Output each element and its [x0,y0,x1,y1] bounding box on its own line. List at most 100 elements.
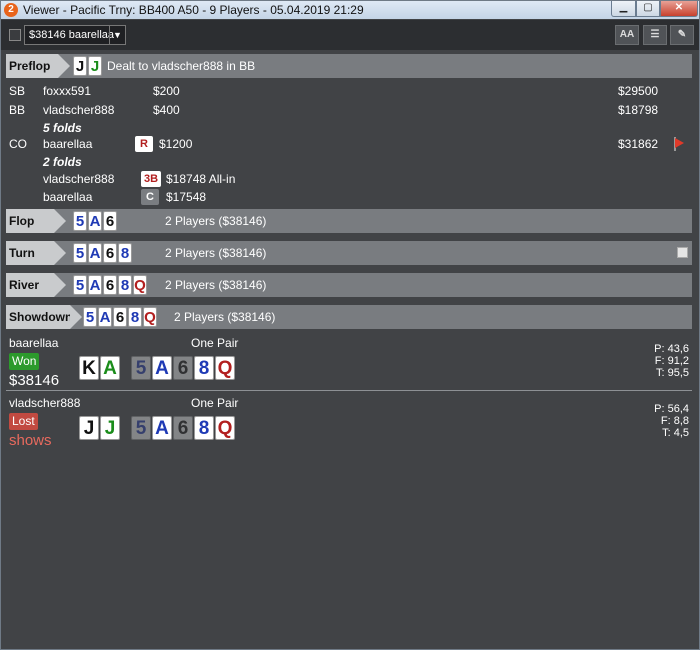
divider [6,390,692,391]
river-pot: 2 Players ($38146) [165,278,267,292]
threebet-player: vladscher888 [43,172,115,186]
river-cards: 5A68Q [73,275,148,295]
won-amount: $38146 [9,372,60,389]
sb-player: foxxx591 [43,84,92,98]
list-icon[interactable]: ☰ [643,25,667,45]
showdown-cards: 5A68Q [83,307,158,327]
showdown-bar: Showdown 5A68Q 2 Players ($38146) [6,305,692,329]
winner-stat-p: P: 43,6 [654,343,689,355]
folds-count-2: 2 folds [43,155,82,169]
playing-card: 6 [103,275,117,295]
preflop-bar: Preflop JJ Dealt to vladscher888 in BB [6,54,692,78]
close-button[interactable]: ✕ [660,1,698,17]
playing-card: 5 [83,307,97,327]
playing-card: J [73,56,87,76]
call-player: baarellaa [43,190,93,204]
playing-card: 5 [73,275,87,295]
playing-card: 8 [118,243,132,263]
threebet-badge: 3B [141,171,161,187]
edit-icon[interactable]: ✎ [670,25,694,45]
playing-card: J [79,416,99,440]
hand-select[interactable]: $38146 baarellaa ▼ [24,25,126,45]
won-badge: Won [9,353,40,370]
playing-card: J [100,416,120,440]
sb-amount: $200 [153,84,180,98]
winner-hole-cards: KA [79,356,121,380]
dealt-text: Dealt to vladscher888 in BB [107,59,256,73]
hole-cards: JJ [73,56,103,76]
loser-stat-f: F: 8,8 [660,415,689,427]
flop-label: Flop [6,209,66,233]
playing-card: A [98,307,112,327]
title-bar: 2 Viewer - Pacific Trny: BB400 A50 - 9 P… [1,1,699,19]
turn-label: Turn [6,241,66,265]
bb-stack: $18798 [618,103,659,117]
threebet-amount: $18748 All-in [166,172,236,186]
bb-player: vladscher888 [43,103,115,117]
winner-stat-f: F: 91,2 [654,355,689,367]
playing-card: Q [215,416,235,440]
playing-card: 8 [118,275,132,295]
flag-icon[interactable] [675,138,684,148]
toolbar: $38146 baarellaa ▼ AA ☰ ✎ [1,20,699,50]
winner-stat-t: T: 95,5 [655,367,689,379]
playing-card: Q [143,307,157,327]
river-bar: River 5A68Q 2 Players ($38146) [6,273,692,297]
call-amount: $17548 [166,190,207,204]
flop-pot: 2 Players ($38146) [165,214,267,228]
loser-board-cards: 5A68Q [131,416,236,440]
playing-card: Q [133,275,147,295]
call-badge: C [141,189,159,205]
hand-select-value: $38146 baarellaa [29,29,115,41]
hand-checkbox[interactable] [9,29,21,41]
playing-card: J [88,56,102,76]
note-icon[interactable] [677,247,688,258]
loser-stat-p: P: 56,4 [654,403,689,415]
showdown-pot: 2 Players ($38146) [174,310,276,324]
viewer-window: 2 Viewer - Pacific Trny: BB400 A50 - 9 P… [0,0,700,650]
playing-card: 5 [131,356,151,380]
playing-card: A [88,275,102,295]
co-player: baarellaa [43,137,93,151]
playing-card: 8 [194,356,214,380]
playing-card: 6 [103,211,117,231]
bb-pos: BB [9,103,26,117]
co-pos: CO [9,137,27,151]
playing-card: 6 [173,416,193,440]
loser-stats: P: 56,4 F: 8,8 T: 4,5 [631,403,689,439]
playing-card: A [88,211,102,231]
loser-name: vladscher888 [9,396,81,410]
font-size-button[interactable]: AA [615,25,639,45]
winner-stats: P: 43,6 F: 91,2 T: 95,5 [631,343,689,379]
showdown-label: Showdown [6,305,82,329]
co-stack: $31862 [618,137,659,151]
loser-stat-t: T: 4,5 [662,427,689,439]
playing-card: A [100,356,120,380]
preflop-label: Preflop [6,54,70,78]
sb-pos: SB [9,84,26,98]
winner-name: baarellaa [9,336,59,350]
playing-card: K [79,356,99,380]
shows-label: shows [9,432,52,449]
playing-card: Q [215,356,235,380]
playing-card: A [152,356,172,380]
playing-card: 5 [73,211,87,231]
winner-board-cards: 5A68Q [131,356,236,380]
chevron-down-icon[interactable]: ▼ [109,26,125,44]
loser-hole-cards: JJ [79,416,121,440]
turn-bar: Turn 5A68 2 Players ($38146) [6,241,692,265]
lost-badge: Lost [9,413,38,430]
river-label: River [6,273,66,297]
playing-card: 6 [113,307,127,327]
sb-stack: $29500 [618,84,659,98]
playing-card: 6 [103,243,117,263]
maximize-button[interactable]: ▢ [636,1,660,17]
window-title: Viewer - Pacific Trny: BB400 A50 - 9 Pla… [23,3,364,17]
raise-amount: $1200 [159,137,193,151]
playing-card: 8 [194,416,214,440]
turn-cards: 5A68 [73,243,133,263]
flop-bar: Flop 5A6 2 Players ($38146) [6,209,692,233]
folds-count: 5 folds [43,121,82,135]
minimize-button[interactable]: ▁ [611,1,636,17]
flop-cards: 5A6 [73,211,118,231]
